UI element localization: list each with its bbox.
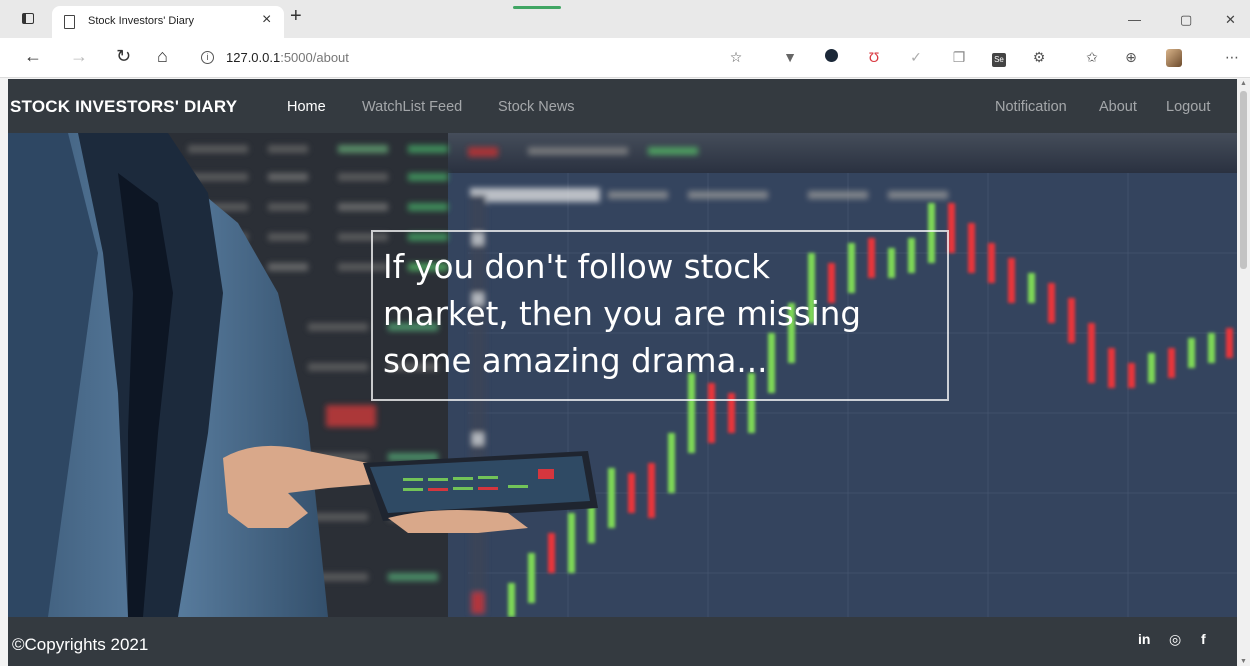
new-tab-button[interactable]: + bbox=[290, 6, 302, 26]
hero-quote: If you don't follow stock market, then y… bbox=[383, 244, 937, 385]
minimize-button[interactable]: — bbox=[1128, 12, 1141, 27]
url-field[interactable]: 127.0.0.1:5000/about bbox=[226, 50, 349, 65]
browser-tab-bar: Stock Investors' Diary × + — ▢ ✕ bbox=[0, 0, 1250, 38]
linkedin-icon[interactable]: in bbox=[1138, 631, 1150, 647]
loading-indicator bbox=[513, 6, 561, 9]
info-icon[interactable]: i bbox=[201, 51, 214, 64]
site-footer: ©Copyrights 2021 in ◎ f bbox=[8, 617, 1237, 666]
facebook-icon[interactable]: f bbox=[1201, 631, 1206, 647]
address-bar: ← → ↻ ⌂ i 127.0.0.1:5000/about ☆ ▼ Ʊ ✓ ❐… bbox=[0, 38, 1250, 78]
copyright-text: ©Copyrights 2021 bbox=[12, 635, 149, 654]
nav-notification[interactable]: Notification bbox=[995, 99, 1067, 115]
forward-arrow-icon[interactable]: → bbox=[70, 47, 88, 65]
hero-quote-line-1: If you don't follow stock bbox=[383, 248, 770, 286]
hero-quote-line-2: market, then you are missing bbox=[383, 295, 862, 333]
puzzle-extension-icon[interactable]: ⚙ bbox=[1031, 49, 1047, 65]
hero-quote-line-3: some amazing drama... bbox=[383, 342, 768, 380]
page-scrollbar[interactable]: ▲ ▼ bbox=[1237, 79, 1250, 666]
tab-close-button[interactable]: × bbox=[262, 12, 271, 28]
nav-logout[interactable]: Logout bbox=[1166, 99, 1210, 115]
tab-actions-icon[interactable] bbox=[22, 13, 34, 24]
web-page: STOCK INVESTORS' DIARY Home WatchList Fe… bbox=[8, 79, 1237, 666]
collections-icon[interactable]: ⊕ bbox=[1123, 49, 1139, 65]
home-icon[interactable]: ⌂ bbox=[157, 47, 168, 65]
scroll-thumb[interactable] bbox=[1240, 91, 1247, 269]
reload-icon[interactable]: ↻ bbox=[116, 47, 131, 65]
profile-avatar[interactable] bbox=[1166, 49, 1182, 67]
ublock-extension-icon[interactable]: Ʊ bbox=[866, 49, 882, 65]
selenium-extension-icon[interactable]: Se bbox=[991, 49, 1007, 67]
favorites-icon[interactable]: ✩ bbox=[1084, 49, 1100, 65]
scroll-down-icon[interactable]: ▼ bbox=[1240, 658, 1247, 665]
brand-logo[interactable]: STOCK INVESTORS' DIARY bbox=[10, 97, 237, 117]
close-window-button[interactable]: ✕ bbox=[1225, 12, 1236, 28]
url-path: :5000/about bbox=[280, 50, 349, 65]
quote-box: If you don't follow stock market, then y… bbox=[371, 230, 949, 401]
url-host: 127.0.0.1 bbox=[226, 50, 281, 65]
tab-title: Stock Investors' Diary bbox=[88, 15, 195, 27]
scroll-up-icon[interactable]: ▲ bbox=[1240, 80, 1247, 87]
dark-extension-icon[interactable] bbox=[823, 49, 839, 65]
pocket-extension-icon[interactable]: ▼ bbox=[782, 49, 798, 65]
browser-tab[interactable]: Stock Investors' Diary × bbox=[52, 6, 284, 38]
nav-stock-news[interactable]: Stock News bbox=[498, 99, 575, 115]
maximize-button[interactable]: ▢ bbox=[1180, 12, 1192, 28]
settings-more-icon[interactable]: ⋯ bbox=[1224, 49, 1240, 65]
page-icon bbox=[64, 15, 75, 29]
site-navbar: STOCK INVESTORS' DIARY Home WatchList Fe… bbox=[8, 79, 1237, 133]
nav-about[interactable]: About bbox=[1099, 99, 1137, 115]
back-arrow-icon[interactable]: ← bbox=[24, 47, 42, 65]
instagram-icon[interactable]: ◎ bbox=[1169, 631, 1181, 648]
add-favorite-icon[interactable]: ☆ bbox=[728, 49, 744, 65]
nav-watchlist-feed[interactable]: WatchList Feed bbox=[362, 99, 462, 115]
hero-banner: If you don't follow stock market, then y… bbox=[8, 133, 1237, 617]
copy-extension-icon[interactable]: ❐ bbox=[951, 49, 967, 65]
nav-home[interactable]: Home bbox=[287, 99, 326, 115]
check-extension-icon[interactable]: ✓ bbox=[908, 49, 924, 65]
